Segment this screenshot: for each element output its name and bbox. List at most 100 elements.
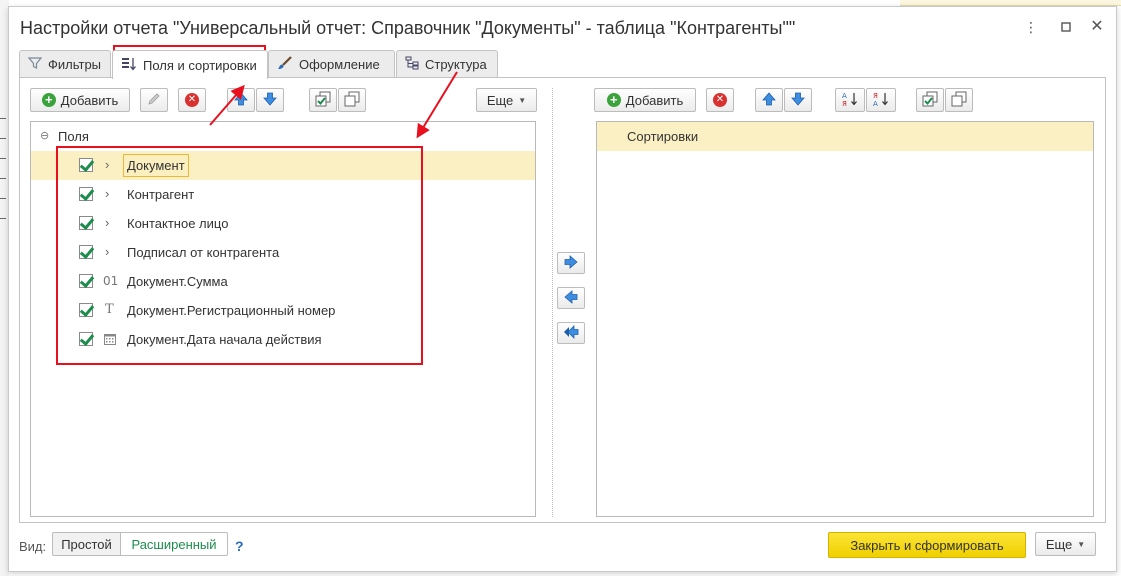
delete-icon: ✕ — [713, 93, 727, 107]
uncheck-all-icon — [951, 91, 967, 110]
sort-header-label: Сортировки — [627, 129, 699, 144]
sort-descending-button[interactable]: ЯА — [866, 88, 896, 112]
add-field-button[interactable]: + Добавить — [30, 88, 130, 112]
sort-move-down-button[interactable] — [784, 88, 812, 112]
sort-header-row[interactable]: Сортировки — [597, 122, 1093, 151]
svg-text:А: А — [873, 100, 878, 107]
check-all-icon — [922, 91, 938, 110]
field-label: Документ.Сумма — [127, 274, 228, 289]
arrow-right-icon — [564, 254, 578, 272]
arrow-up-icon — [234, 91, 248, 109]
field-checkbox[interactable] — [79, 332, 93, 346]
collapse-icon[interactable]: ⊖ — [40, 129, 49, 142]
move-up-button[interactable] — [227, 88, 255, 112]
tab-label: Оформление — [299, 56, 380, 72]
more-label: Еще — [1045, 536, 1073, 552]
more-label: Еще — [486, 92, 514, 108]
move-right-button[interactable] — [557, 252, 585, 274]
field-checkbox[interactable] — [79, 187, 93, 201]
close-icon[interactable]: ✕ — [1086, 17, 1108, 37]
sort-ascending-icon: АЯ — [841, 91, 859, 110]
arrow-down-icon — [263, 92, 277, 109]
field-checkbox[interactable] — [79, 245, 93, 259]
field-label: Документ — [127, 158, 185, 173]
field-row[interactable]: T Документ.Регистрационный номер — [31, 296, 535, 325]
move-left-button[interactable] — [557, 287, 585, 309]
field-row[interactable]: 01 Документ.Сумма — [31, 267, 535, 296]
svg-text:Я: Я — [842, 100, 847, 107]
help-link[interactable]: ? — [235, 538, 244, 554]
svg-text:А: А — [842, 92, 847, 100]
view-extended-label: Расширенный — [131, 536, 217, 552]
move-all-left-button[interactable] — [557, 322, 585, 344]
tab-label: Структура — [425, 56, 487, 72]
structure-icon — [405, 56, 419, 73]
svg-text:Я: Я — [873, 92, 878, 100]
view-simple-button[interactable]: Простой — [52, 532, 121, 556]
add-label: Добавить — [60, 92, 119, 108]
check-all-button[interactable] — [309, 88, 337, 112]
fields-root-row[interactable]: ⊖ Поля — [31, 122, 535, 151]
sort-list: Сортировки — [596, 121, 1094, 517]
field-row[interactable]: › Подписал от контрагента — [31, 238, 535, 267]
field-label: Подписал от контрагента — [127, 245, 280, 260]
sort-check-all-button[interactable] — [916, 88, 944, 112]
more-left-button[interactable]: Еще ▼ — [476, 88, 537, 112]
maximize-icon[interactable] — [1055, 17, 1077, 37]
sort-move-up-button[interactable] — [755, 88, 783, 112]
close-and-generate-label: Закрыть и сформировать — [850, 537, 1004, 553]
delete-sort-button[interactable]: ✕ — [706, 88, 734, 112]
field-checkbox[interactable] — [79, 158, 93, 172]
kebab-menu-icon[interactable]: ⋮ — [1020, 17, 1042, 37]
dialog-title: Настройки отчета "Универсальный отчет: С… — [20, 18, 796, 38]
add-icon: + — [606, 93, 621, 107]
tab-label: Поля и сортировки — [143, 57, 257, 73]
calendar-icon — [104, 333, 116, 348]
fields-and-sorting-panel: + Добавить ✕ Еще ▼ ⊖ Поля › Документ › К… — [19, 77, 1106, 523]
view-extended-button[interactable]: Расширенный — [120, 532, 228, 556]
field-row[interactable]: › Контрагент — [31, 180, 535, 209]
expand-chevron-icon[interactable]: › — [105, 157, 109, 172]
arrow-left-icon — [564, 289, 578, 307]
sort-uncheck-all-button[interactable] — [945, 88, 973, 112]
sort-descending-icon: ЯА — [872, 91, 890, 110]
field-row[interactable]: › Документ — [31, 151, 535, 180]
add-sort-button[interactable]: + Добавить — [594, 88, 696, 112]
field-label: Документ.Дата начала действия — [127, 332, 322, 347]
tab-filters[interactable]: Фильтры — [19, 50, 111, 77]
delete-field-button[interactable]: ✕ — [178, 88, 206, 112]
field-label: Контрагент — [127, 187, 195, 202]
field-checkbox[interactable] — [79, 274, 93, 288]
close-and-generate-button[interactable]: Закрыть и сформировать — [828, 532, 1026, 558]
field-label: Документ.Регистрационный номер — [127, 303, 336, 318]
tab-fields-and-sorting[interactable]: Поля и сортировки — [112, 50, 268, 79]
field-checkbox[interactable] — [79, 303, 93, 317]
field-row[interactable]: Документ.Дата начала действия — [31, 325, 535, 354]
number-type-icon: 01 — [103, 274, 119, 288]
expand-chevron-icon[interactable]: › — [105, 215, 109, 230]
field-checkbox[interactable] — [79, 216, 93, 230]
view-label: Вид: — [19, 539, 47, 554]
add-icon: + — [41, 93, 56, 107]
uncheck-all-button[interactable] — [338, 88, 366, 112]
report-settings-dialog: Настройки отчета "Универсальный отчет: С… — [8, 6, 1117, 572]
tab-label: Фильтры — [48, 56, 102, 72]
move-down-button[interactable] — [256, 88, 284, 112]
fields-sort-icon — [121, 57, 137, 74]
expand-chevron-icon[interactable]: › — [105, 244, 109, 259]
string-type-icon: T — [105, 302, 114, 317]
tab-appearance[interactable]: Оформление — [268, 50, 395, 77]
edit-field-button[interactable] — [140, 88, 168, 112]
check-all-icon — [315, 91, 331, 110]
field-label: Контактное лицо — [127, 216, 229, 231]
field-row[interactable]: › Контактное лицо — [31, 209, 535, 238]
more-footer-button[interactable]: Еще ▼ — [1035, 532, 1096, 556]
view-simple-label: Простой — [61, 536, 112, 552]
uncheck-all-icon — [344, 91, 360, 110]
tab-structure[interactable]: Структура — [396, 50, 498, 77]
dropdown-caret-icon: ▼ — [518, 95, 527, 105]
sort-ascending-button[interactable]: АЯ — [835, 88, 865, 112]
arrow-up-icon — [762, 91, 776, 109]
expand-chevron-icon[interactable]: › — [105, 186, 109, 201]
panel-splitter[interactable] — [552, 88, 553, 517]
